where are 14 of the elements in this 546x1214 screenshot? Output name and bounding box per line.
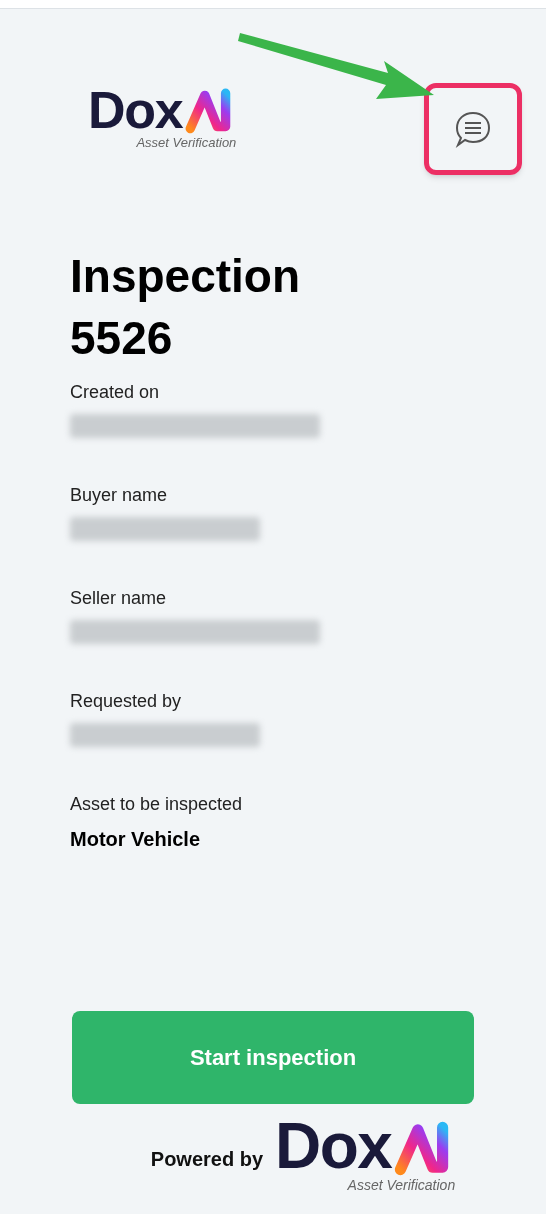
field-label: Requested by <box>70 690 183 713</box>
logo-wordmark: Dox <box>88 87 183 134</box>
field-label: Seller name <box>70 587 168 610</box>
logo-tagline: Asset Verification <box>136 135 237 149</box>
field-label: Created on <box>70 381 161 404</box>
chat-icon <box>453 109 493 149</box>
field-label: Buyer name <box>70 484 169 507</box>
logo-wordmark: Dox <box>275 1118 392 1176</box>
start-inspection-button[interactable]: Start inspection <box>72 1011 474 1105</box>
field-value: Motor Vehicle <box>70 827 202 852</box>
field-label: Asset to be inspected <box>70 793 244 816</box>
page-title: Inspection 5526 <box>70 249 302 366</box>
powered-by-text: Powered by <box>150 1147 264 1173</box>
logo-tagline: Asset Verification <box>347 1178 456 1192</box>
